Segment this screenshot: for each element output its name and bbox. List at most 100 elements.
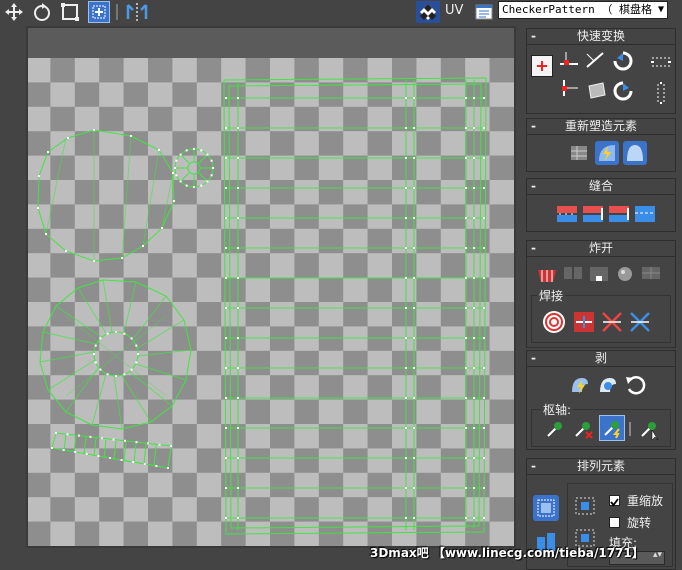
collapse-icon[interactable]: - <box>531 351 536 366</box>
uv-vertex <box>483 517 485 519</box>
uv-vertex <box>193 186 195 188</box>
weld-all-icon[interactable] <box>599 309 625 335</box>
uv-vertex <box>483 367 485 369</box>
rollout-explode: - 炸开 焊接 <box>526 240 676 348</box>
linear-align-icon[interactable] <box>585 79 609 101</box>
collapse-icon[interactable]: - <box>531 241 536 256</box>
uv-shell-strip[interactable] <box>51 432 172 469</box>
reset-peel-icon[interactable] <box>623 373 649 397</box>
uv-vertex <box>473 217 475 219</box>
texture-map-dropdown[interactable]: CheckerPattern （ 棋盘格 ▼ <box>498 1 668 19</box>
rollout-header-peel[interactable]: - 剥 <box>527 351 675 367</box>
pack-custom-icon[interactable] <box>573 495 597 517</box>
stitch-custom-icon[interactable] <box>633 203 657 225</box>
uv-vertex <box>473 97 475 99</box>
uv-editor-toolbar: UV CheckerPattern （ 棋盘格 ▼ <box>0 0 682 24</box>
uv-vertex <box>193 148 195 150</box>
uv-shell-cap-top[interactable] <box>37 129 175 262</box>
uv-vertex <box>200 184 203 187</box>
uv-vertex <box>78 434 80 437</box>
weld-threshold-icon[interactable] <box>627 309 653 335</box>
uv-vertex <box>473 517 475 519</box>
freeform-icon[interactable] <box>88 1 110 23</box>
scale-icon[interactable] <box>58 1 82 23</box>
stitch-average-icon[interactable] <box>581 203 605 225</box>
rotate-icon[interactable] <box>30 1 54 23</box>
rollout-header-stitch[interactable]: - 缝合 <box>527 179 675 195</box>
uv-vertex <box>237 397 239 399</box>
unpin-icon[interactable] <box>571 417 595 441</box>
pack-normalize-icon[interactable] <box>533 495 559 521</box>
mirror-icon[interactable] <box>124 1 150 23</box>
left-margin <box>0 24 26 570</box>
flatten-icon[interactable] <box>587 263 611 285</box>
uv-vertex <box>413 367 415 369</box>
align-vertical-icon[interactable] <box>557 77 581 99</box>
uv-vertex <box>483 127 485 129</box>
uv-shell-body[interactable] <box>223 77 487 535</box>
uv-vertex <box>206 180 209 183</box>
break-icon[interactable] <box>535 263 559 285</box>
uv-vertex <box>55 432 57 434</box>
stitch-to-source-icon[interactable] <box>555 203 579 225</box>
pin-icon[interactable] <box>543 417 567 441</box>
checker-toggle-icon[interactable] <box>416 1 440 23</box>
rotate-ccw-icon[interactable] <box>611 79 635 103</box>
target-weld-icon[interactable] <box>541 309 567 335</box>
rollout-header-arrange[interactable]: - 排列元素 <box>527 459 675 475</box>
uv-vertex <box>413 217 415 219</box>
move-icon[interactable] <box>2 1 26 23</box>
space-vertical-icon[interactable] <box>649 81 673 105</box>
uv-vertex <box>465 397 467 399</box>
uv-vertex <box>147 442 149 445</box>
uv-vertex <box>66 433 69 436</box>
space-horizontal-icon[interactable] <box>649 51 673 73</box>
uv-shell-ring[interactable] <box>39 279 192 430</box>
uv-vertex <box>483 427 485 429</box>
collapse-icon[interactable]: - <box>531 29 536 44</box>
relax-icon[interactable] <box>595 141 619 165</box>
align-diagonal-icon[interactable] <box>583 49 607 71</box>
uv-vertex <box>97 455 100 457</box>
uv-vertex <box>413 337 415 339</box>
pin-drag-icon[interactable] <box>637 417 661 441</box>
collapse-icon[interactable]: - <box>531 179 536 194</box>
uv-vertex <box>225 307 227 309</box>
spinner-icon[interactable]: ▴▾ <box>653 550 662 560</box>
detach-icon[interactable] <box>561 263 585 285</box>
uv-vertex <box>38 175 40 177</box>
rollout-reshape-elements: - 重新塑造元素 <box>526 118 676 172</box>
uv-options-icon[interactable] <box>474 1 494 23</box>
peel-mode-icon[interactable] <box>595 373 621 397</box>
align-horizontal-icon[interactable] <box>557 49 581 71</box>
rollout-peel: - 剥 枢轴: <box>526 350 676 450</box>
uv-wireframe[interactable] <box>26 58 514 546</box>
uv-vertex <box>405 487 407 489</box>
uv-vertex <box>106 373 109 376</box>
uv-vertex <box>175 174 178 177</box>
rotate-checkbox[interactable] <box>609 517 620 528</box>
set-pivot-icon[interactable] <box>531 55 553 77</box>
weld-grid-icon[interactable] <box>639 263 663 285</box>
pin-auto-icon[interactable] <box>599 415 625 441</box>
uv-vertex <box>130 135 132 137</box>
collapse-icon[interactable]: - <box>531 119 536 134</box>
rollout-header-explode[interactable]: - 炸开 <box>527 241 675 257</box>
rollout-header-quick-transform[interactable]: - 快速变换 <box>527 29 675 45</box>
rollout-header-reshape[interactable]: - 重新塑造元素 <box>527 119 675 135</box>
uv-vertex <box>185 184 188 187</box>
uv-vertex <box>483 157 485 159</box>
uv-vertex <box>67 137 69 139</box>
weld-selected-icon[interactable] <box>571 309 597 335</box>
collapse-icon[interactable]: - <box>531 459 536 474</box>
relax-until-flat-icon[interactable] <box>623 141 647 165</box>
uv-vertex <box>62 449 65 451</box>
sphere-icon[interactable] <box>613 263 637 285</box>
stitch-to-target-icon[interactable] <box>607 203 631 225</box>
straighten-selection-icon[interactable] <box>567 141 591 165</box>
uv-vertex <box>225 187 227 189</box>
rotate-cw-icon[interactable] <box>611 49 635 73</box>
quick-peel-icon[interactable] <box>567 373 593 397</box>
uv-edit-viewport[interactable] <box>26 58 514 546</box>
rescale-checkbox[interactable] <box>609 495 620 507</box>
